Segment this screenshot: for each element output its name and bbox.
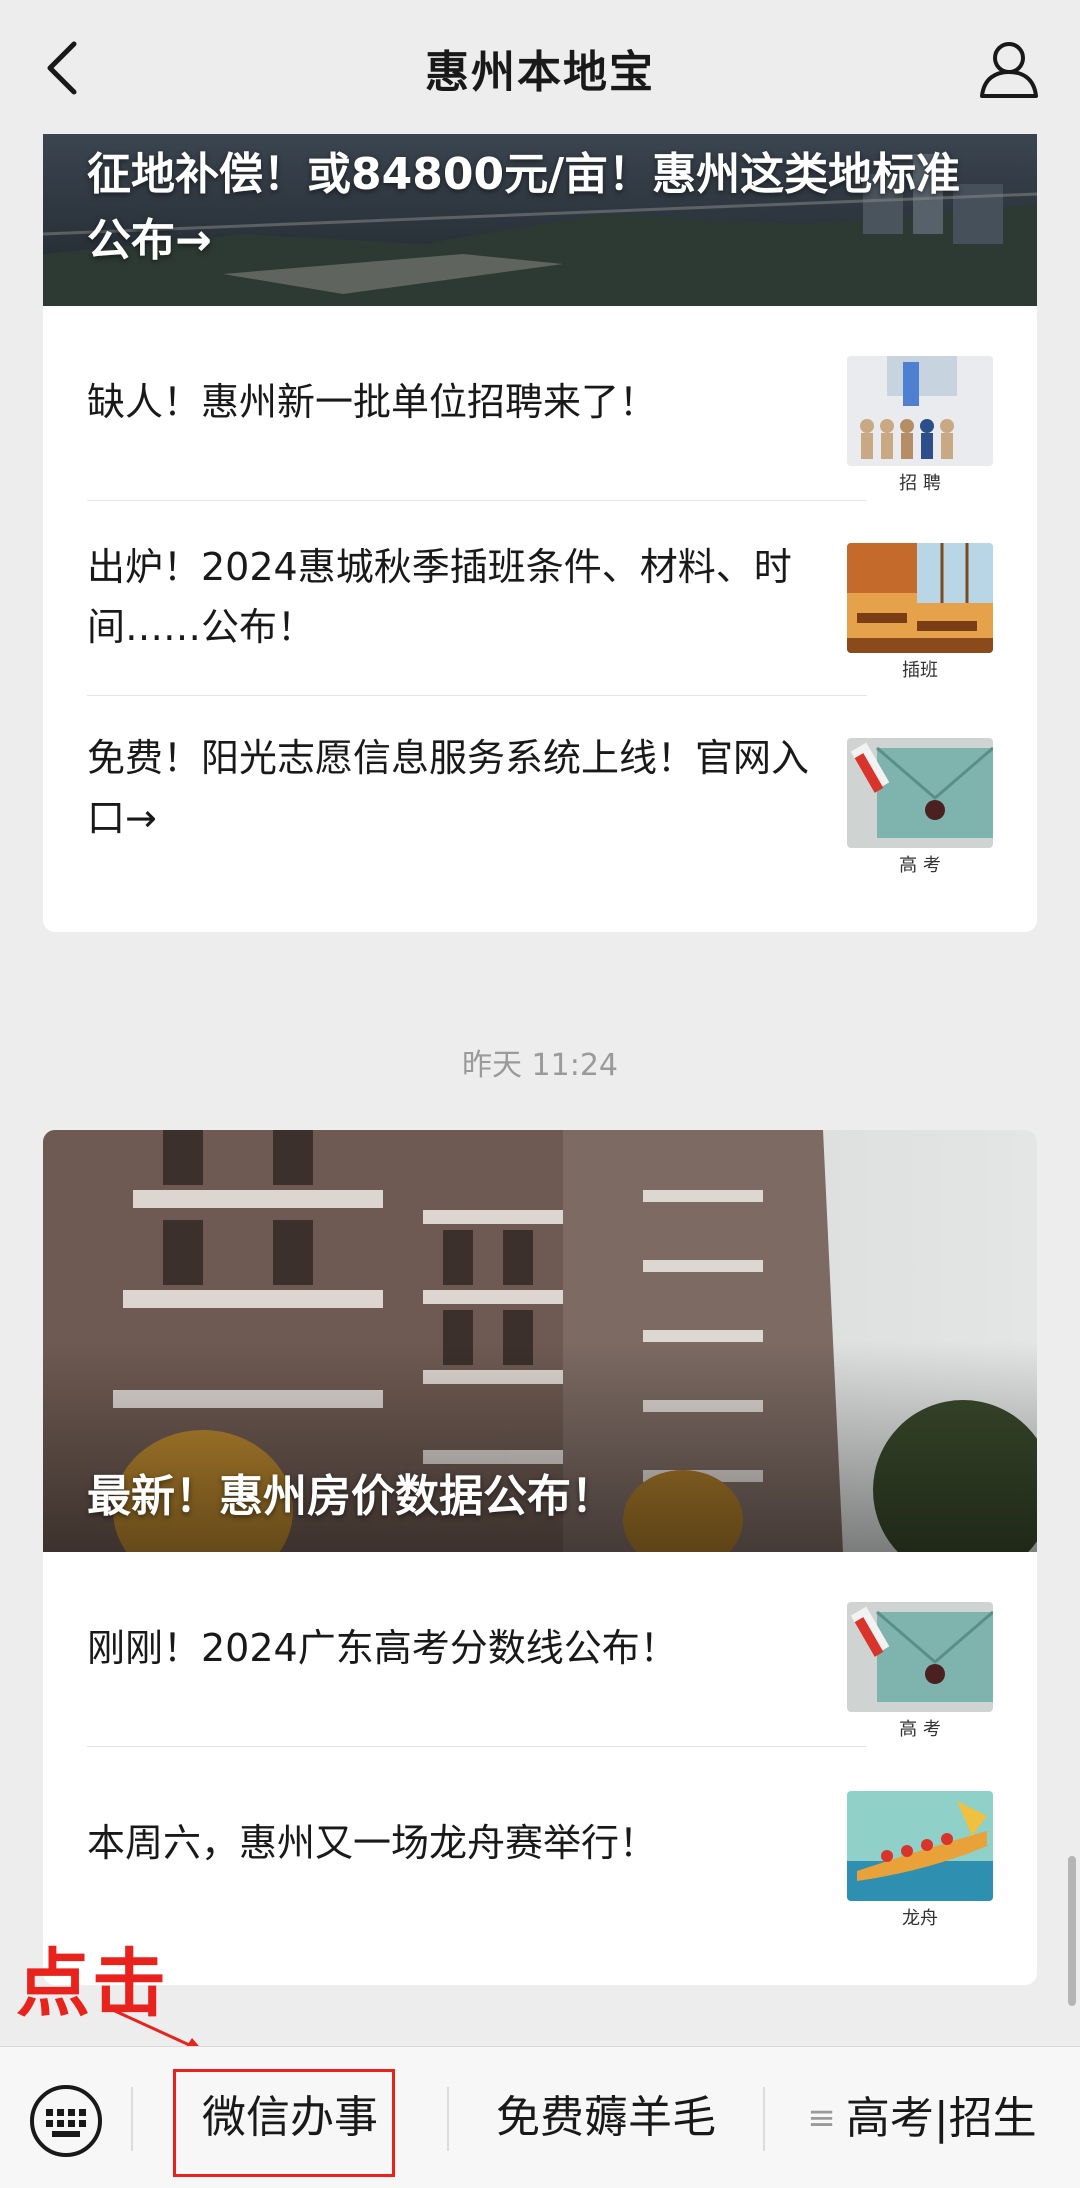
thumbnail-image-exam-envelope: [847, 738, 993, 848]
hero-title: 最新！惠州房价数据公布！: [87, 1471, 615, 1522]
message-timestamp: 昨天 11:24: [462, 1048, 618, 1083]
page-title: 惠州本地宝: [425, 47, 655, 98]
list-item-title: 本周六，惠州又一场龙舟赛举行！: [87, 1821, 658, 1865]
menu-item-label: 高考|招生: [845, 2093, 1037, 2144]
menu-item-label: 免费薅羊毛: [496, 2092, 716, 2143]
list-item[interactable]: 缺人！惠州新一批单位招聘来了！ 招 聘: [87, 306, 993, 501]
thumbnail-image-dragon-boat: [847, 1791, 993, 1901]
thumbnail: 招 聘: [847, 356, 993, 496]
list-item-title: 缺人！惠州新一批单位招聘来了！: [87, 380, 658, 424]
list-item[interactable]: 本周六，惠州又一场龙舟赛举行！ 龙舟: [87, 1747, 993, 1947]
thumbnail-caption: 高 考: [899, 855, 941, 876]
navigation-bar: 惠州本地宝: [0, 0, 1080, 134]
thumbnail-caption: 招 聘: [899, 473, 941, 494]
keyboard-icon[interactable]: [28, 2083, 104, 2159]
bottom-menu-bar: 微信办事 免费薅羊毛 ≡ 高考|招生: [0, 2046, 1080, 2188]
menu-item-free-deals[interactable]: 免费薅羊毛: [448, 2047, 764, 2188]
profile-icon[interactable]: [978, 38, 1040, 100]
list-item[interactable]: 出炉！2024惠城秋季插班条件、材料、时间……公布！ 插班: [87, 501, 993, 696]
article-card-group-2: 最新！惠州房价数据公布！ 刚刚！2024广东高考分数线公布！ 高 考 本周六，惠…: [43, 1130, 1037, 1985]
thumbnail: 高 考: [847, 1602, 993, 1742]
menu-item-gaokao-admissions[interactable]: ≡ 高考|招生: [764, 2047, 1080, 2188]
thumbnail: 插班: [847, 543, 993, 683]
article-card-group-1: 征地补偿！或84800元/亩！惠州这类地标准公布→ 缺人！惠州新一批单位招聘来了…: [43, 134, 1037, 932]
thumbnail-image-recruitment: [847, 356, 993, 466]
thumbnail-image-classroom: [847, 543, 993, 653]
list-item-title: 免费！阳光志愿信息服务系统上线！官网入口→: [87, 736, 810, 840]
list-item[interactable]: 刚刚！2024广东高考分数线公布！ 高 考: [87, 1552, 993, 1747]
annotation-highlight-box: [173, 2069, 395, 2177]
thumbnail: 高 考: [847, 738, 993, 878]
thumbnail-caption: 高 考: [899, 1719, 941, 1740]
thumbnail: 龙舟: [847, 1791, 993, 1931]
hero-article-1[interactable]: 征地补偿！或84800元/亩！惠州这类地标准公布→: [43, 134, 1037, 306]
list-item-title: 刚刚！2024广东高考分数线公布！: [87, 1626, 678, 1670]
hero-article-2[interactable]: 最新！惠州房价数据公布！: [43, 1130, 1037, 1552]
scrollbar[interactable]: [1068, 1856, 1076, 2006]
thumbnail-image-exam-envelope: [847, 1602, 993, 1712]
list-item-title: 出炉！2024惠城秋季插班条件、材料、时间……公布！: [87, 545, 792, 649]
menu-lines-icon: ≡: [807, 2098, 836, 2138]
thumbnail-caption: 龙舟: [902, 1908, 938, 1929]
hero-title: 征地补偿！或84800元/亩！惠州这类地标准公布→: [87, 149, 961, 266]
list-item[interactable]: 免费！阳光志愿信息服务系统上线！官网入口→ 高 考: [87, 696, 993, 896]
thumbnail-caption: 插班: [902, 660, 938, 681]
